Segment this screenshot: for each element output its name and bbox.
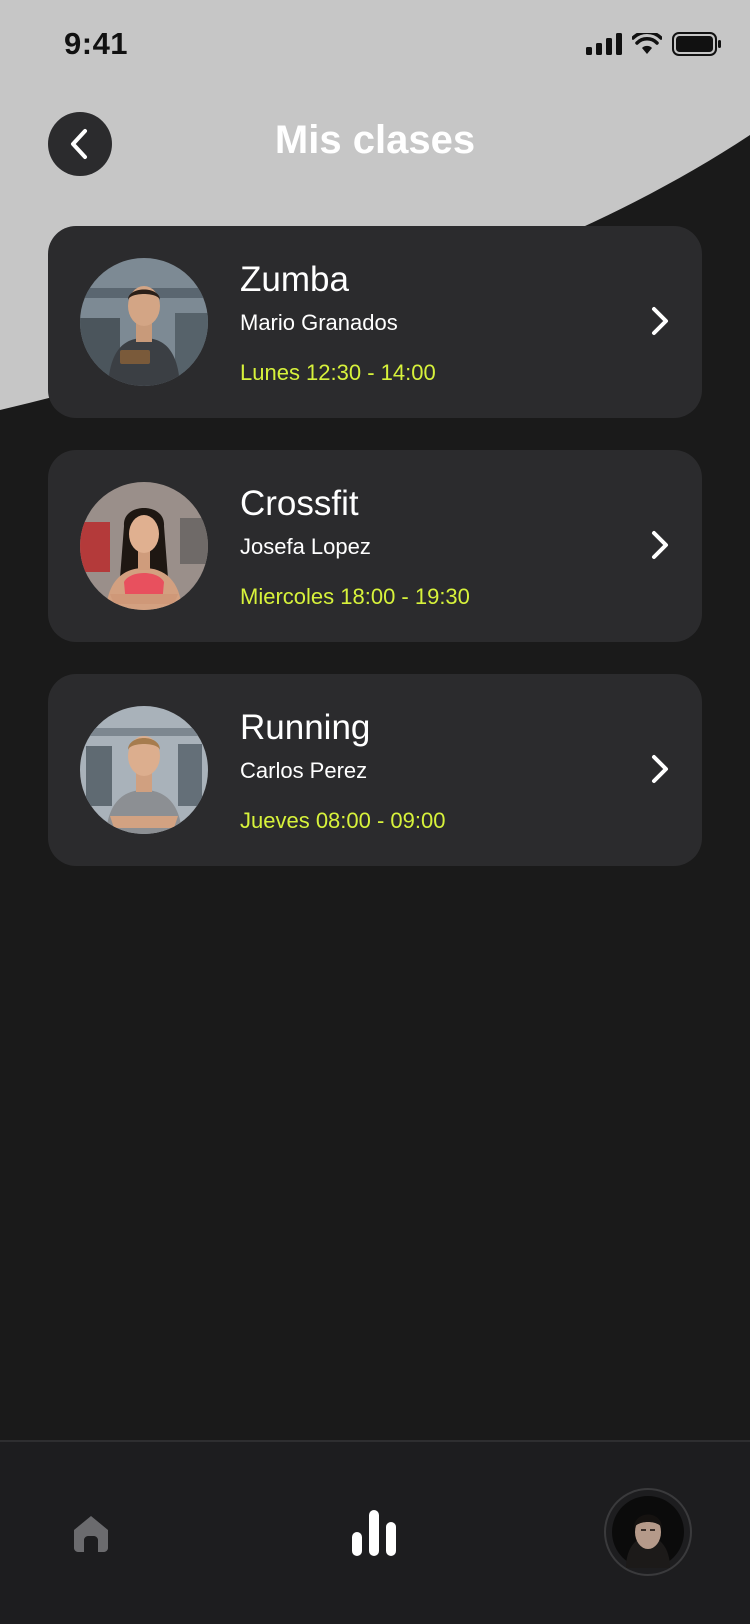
trainer-name: Josefa Lopez [240, 534, 371, 559]
bottom-navigation [0, 1440, 750, 1624]
home-icon [74, 1516, 108, 1552]
class-name: Zumba [240, 260, 349, 299]
class-schedule: Jueves 08:00 - 09:00 [240, 808, 446, 833]
wifi-icon [632, 33, 662, 54]
class-card-running[interactable]: Running Carlos Perez Jueves 08:00 - 09:0… [48, 674, 702, 866]
chevron-right-icon [652, 307, 668, 335]
status-icons [586, 32, 722, 56]
trainer-avatar [80, 706, 208, 834]
profile-avatar [612, 1496, 684, 1568]
nav-home-button[interactable] [70, 1512, 112, 1559]
class-schedule: Lunes 12:30 - 14:00 [240, 360, 436, 385]
cellular-signal-icon [586, 33, 622, 55]
chevron-right-icon [652, 755, 668, 783]
class-name: Crossfit [240, 484, 359, 523]
bar-chart-icon [352, 1510, 396, 1556]
trainer-avatar [80, 482, 208, 610]
nav-profile-button[interactable] [604, 1488, 692, 1576]
page-header: Mis clases [0, 110, 750, 180]
class-card-crossfit[interactable]: Crossfit Josefa Lopez Miercoles 18:00 - … [48, 450, 702, 642]
trainer-name: Mario Granados [240, 310, 398, 335]
page-title: Mis clases [274, 118, 476, 162]
class-card-zumba[interactable]: Zumba Mario Granados Lunes 12:30 - 14:00 [48, 226, 702, 418]
trainer-name: Carlos Perez [240, 758, 368, 783]
class-schedule: Miercoles 18:00 - 19:30 [240, 584, 470, 609]
chevron-right-icon [652, 531, 668, 559]
class-name: Running [240, 708, 371, 747]
status-bar: 9:41 [0, 0, 750, 90]
class-list: Zumba Mario Granados Lunes 12:30 - 14:00… [48, 226, 702, 898]
trainer-avatar [80, 258, 208, 386]
battery-icon [672, 32, 721, 56]
nav-stats-button[interactable] [352, 1510, 396, 1561]
status-time: 9:41 [64, 26, 129, 61]
